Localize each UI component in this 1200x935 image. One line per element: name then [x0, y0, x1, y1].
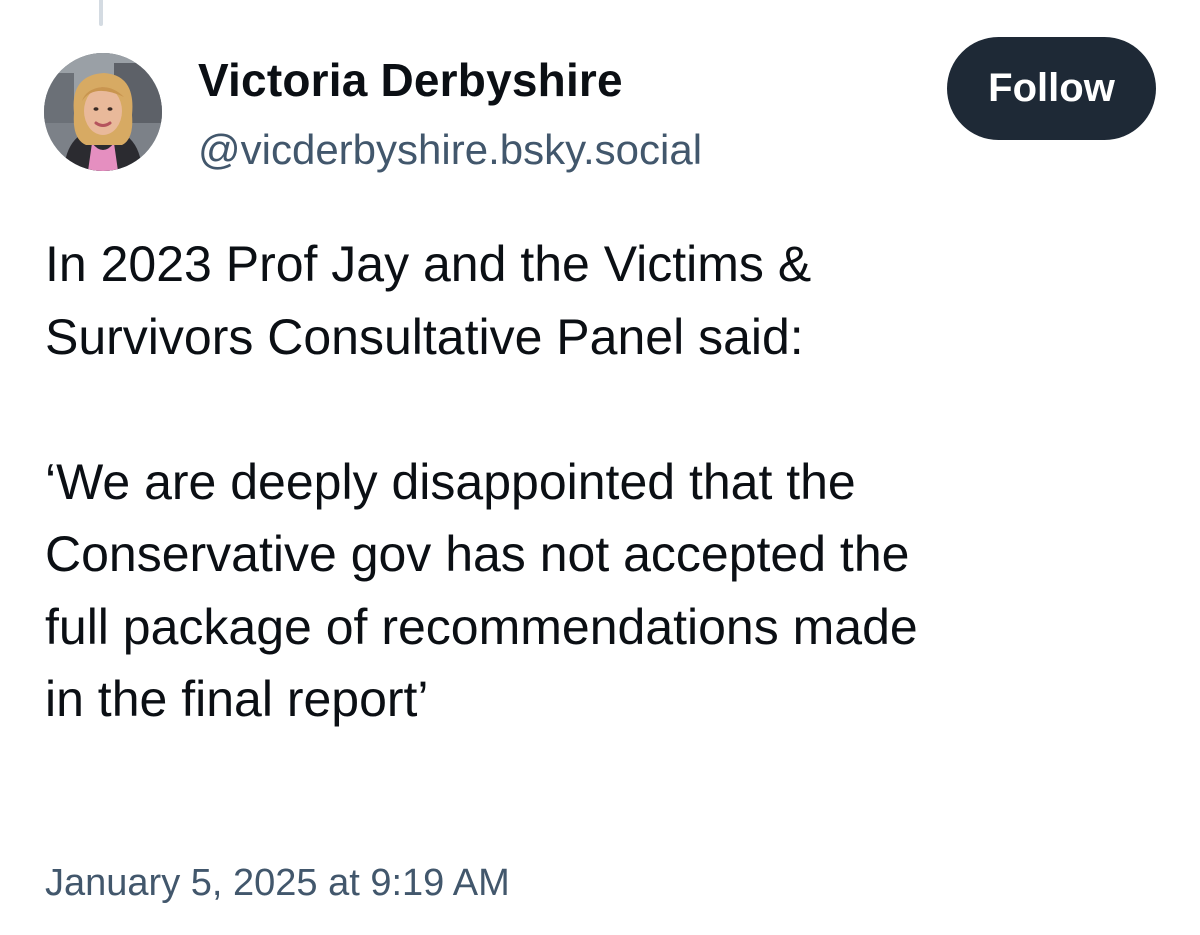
- avatar-photo: [44, 53, 162, 171]
- post-text-line: ‘We are deeply disappointed that the: [45, 453, 856, 510]
- post-text-line: Conservative gov has not accepted the: [45, 526, 910, 582]
- thread-connector-line: [99, 0, 103, 26]
- post-text-line: full package of recommendations made: [45, 598, 918, 655]
- author-display-name[interactable]: Victoria Derbyshire: [198, 52, 623, 108]
- avatar[interactable]: [44, 53, 162, 171]
- author-handle[interactable]: @vicderbyshire.bsky.social: [198, 124, 702, 176]
- follow-button[interactable]: Follow: [947, 37, 1156, 140]
- post-text: In 2023 Prof Jay and the Victims & Survi…: [45, 228, 1175, 736]
- post-timestamp[interactable]: January 5, 2025 at 9:19 AM: [45, 858, 510, 908]
- post-text-line: Survivors Consultative Panel said:: [45, 308, 804, 365]
- post-text-line: In 2023 Prof Jay and the Victims &: [45, 236, 812, 292]
- post-text-line: in the final report’: [45, 671, 429, 727]
